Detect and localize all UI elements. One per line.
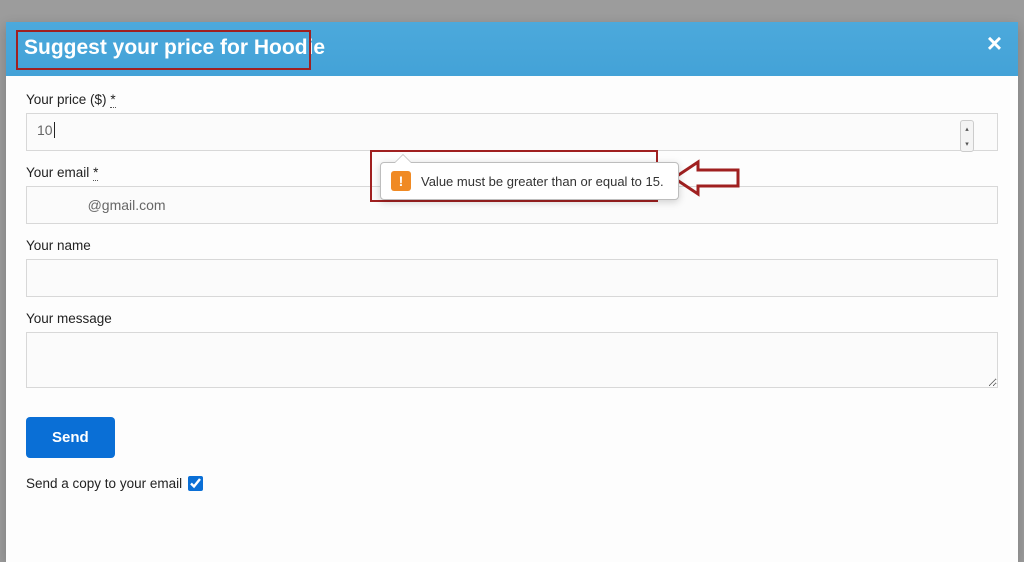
text-cursor	[54, 122, 55, 138]
number-stepper[interactable]: ▴ ▾	[960, 120, 974, 152]
validation-message: Value must be greater than or equal to 1…	[421, 174, 664, 189]
warning-icon: !	[391, 171, 411, 191]
send-copy-row: Send a copy to your email	[26, 476, 998, 491]
modal-header: Suggest your price for Hoodie ×	[6, 22, 1018, 76]
send-copy-checkbox[interactable]	[188, 476, 203, 491]
modal-body: Your price ($) * 10 ▴ ▾ Your email * You…	[6, 76, 1018, 503]
message-group: Your message	[26, 311, 998, 393]
validation-tooltip: ! Value must be greater than or equal to…	[380, 162, 679, 200]
price-input[interactable]: 10	[26, 113, 998, 151]
send-button[interactable]: Send	[26, 417, 115, 458]
send-copy-label: Send a copy to your email	[26, 476, 182, 491]
message-label: Your message	[26, 311, 998, 326]
price-group: Your price ($) * 10 ▴ ▾	[26, 92, 998, 151]
price-value: 10	[37, 122, 53, 138]
price-label: Your price ($) *	[26, 92, 998, 107]
chevron-up-icon[interactable]: ▴	[965, 125, 969, 133]
close-icon[interactable]: ×	[987, 30, 1002, 56]
required-mark: *	[110, 92, 115, 108]
modal-title: Suggest your price for Hoodie	[24, 36, 325, 60]
suggest-price-modal: Suggest your price for Hoodie × Your pri…	[6, 22, 1018, 562]
name-group: Your name	[26, 238, 998, 297]
email-label-text: Your email	[26, 165, 89, 180]
chevron-down-icon[interactable]: ▾	[965, 140, 969, 148]
price-label-text: Your price ($)	[26, 92, 107, 107]
message-field[interactable]	[26, 332, 998, 388]
required-mark: *	[93, 165, 98, 181]
name-label: Your name	[26, 238, 998, 253]
annotation-arrow-icon	[672, 158, 742, 198]
name-field[interactable]	[26, 259, 998, 297]
